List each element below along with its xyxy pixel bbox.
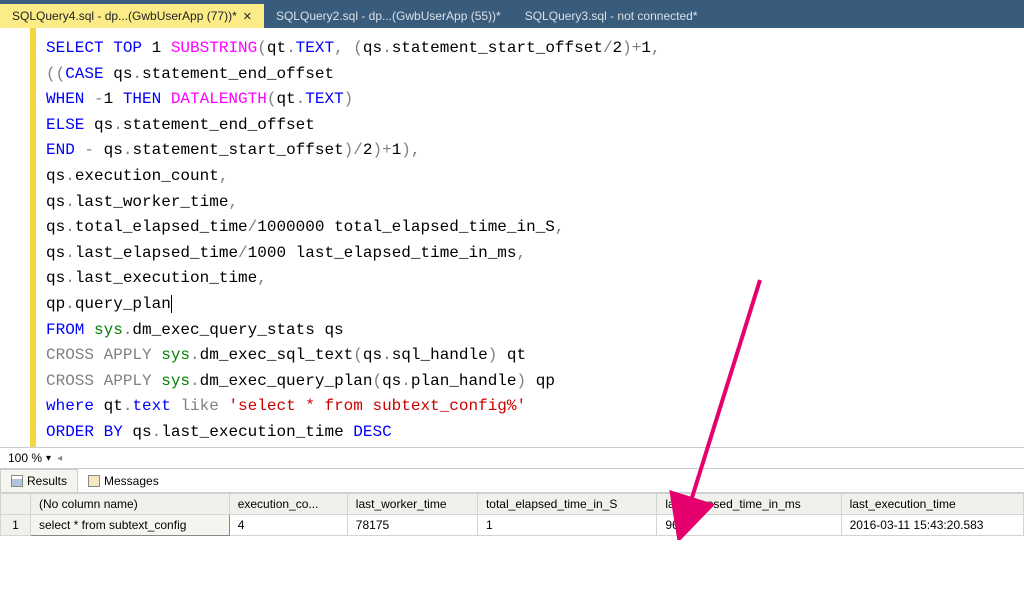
grid-header-row: (No column name) execution_co... last_wo… xyxy=(1,494,1024,515)
grid-cell[interactable]: select * from subtext_config xyxy=(31,515,230,536)
code-editor[interactable]: SELECT TOP 1 SUBSTRING(qt.TEXT, (qs.stat… xyxy=(0,28,1024,448)
tab-query3[interactable]: SQLQuery3.sql - not connected* xyxy=(513,4,710,28)
column-header[interactable]: last_worker_time xyxy=(347,494,477,515)
column-header[interactable]: last_elapsed_time_in_ms xyxy=(657,494,841,515)
tab-label: SQLQuery2.sql - dp...(GwbUserApp (55))* xyxy=(276,9,501,23)
tab-label: SQLQuery3.sql - not connected* xyxy=(525,9,698,23)
grid-cell[interactable]: 78175 xyxy=(347,515,477,536)
tab-label: Results xyxy=(27,474,67,488)
tab-bar: SQLQuery4.sql - dp...(GwbUserApp (77))* … xyxy=(0,0,1024,28)
row-number[interactable]: 1 xyxy=(1,515,31,536)
editor-gutter xyxy=(0,28,30,447)
scroll-left-icon[interactable]: ◂ xyxy=(57,453,62,464)
tab-query2[interactable]: SQLQuery2.sql - dp...(GwbUserApp (55))* xyxy=(264,4,513,28)
tab-results[interactable]: Results xyxy=(0,469,78,492)
tab-label: SQLQuery4.sql - dp...(GwbUserApp (77))* xyxy=(12,9,237,23)
tab-query4[interactable]: SQLQuery4.sql - dp...(GwbUserApp (77))* … xyxy=(0,4,264,28)
results-icon xyxy=(11,475,23,487)
column-header[interactable]: (No column name) xyxy=(31,494,230,515)
grid-corner xyxy=(1,494,31,515)
grid-cell[interactable]: 2016-03-11 15:43:20.583 xyxy=(841,515,1023,536)
column-header[interactable]: execution_co... xyxy=(229,494,347,515)
table-row[interactable]: 1 select * from subtext_config 4 78175 1… xyxy=(1,515,1024,536)
zoom-value: 100 % xyxy=(8,451,42,465)
zoom-bar: 100 % ▾ ◂ xyxy=(0,448,1024,469)
grid-cell[interactable]: 1 xyxy=(477,515,656,536)
messages-icon xyxy=(88,475,100,487)
close-icon[interactable]: ✕ xyxy=(243,10,252,23)
grid-cell[interactable]: 4 xyxy=(229,515,347,536)
zoom-select[interactable]: 100 % ▾ xyxy=(8,451,51,465)
tab-messages[interactable]: Messages xyxy=(78,469,169,492)
column-header[interactable]: total_elapsed_time_in_S xyxy=(477,494,656,515)
results-grid[interactable]: (No column name) execution_co... last_wo… xyxy=(0,493,1024,536)
code-content[interactable]: SELECT TOP 1 SUBSTRING(qt.TEXT, (qs.stat… xyxy=(36,28,1024,447)
result-tabs: Results Messages xyxy=(0,469,1024,493)
tab-label: Messages xyxy=(104,474,159,488)
chevron-down-icon: ▾ xyxy=(46,453,51,464)
column-header[interactable]: last_execution_time xyxy=(841,494,1023,515)
grid-cell[interactable]: 96 xyxy=(657,515,841,536)
